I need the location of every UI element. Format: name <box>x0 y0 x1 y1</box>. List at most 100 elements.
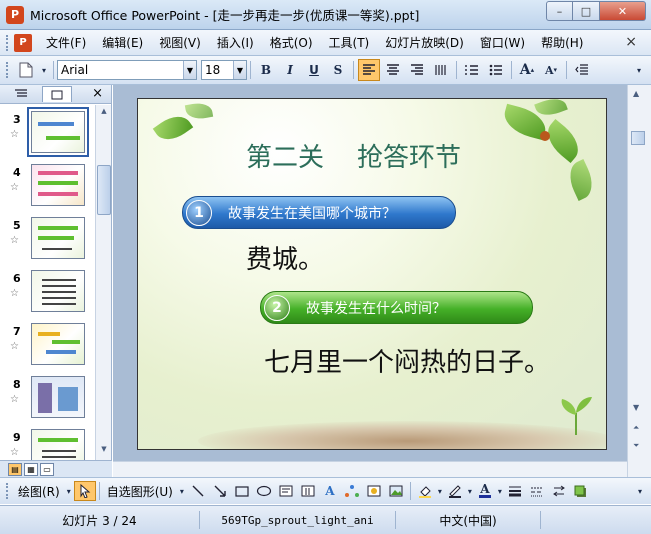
toolbar-grip[interactable] <box>6 62 10 78</box>
menu-help[interactable]: 帮助(H) <box>533 34 591 51</box>
scroll-down-arrow-icon[interactable]: ▼ <box>633 403 639 412</box>
panel-close-button[interactable]: × <box>92 86 103 101</box>
arrow-style-icon[interactable] <box>548 481 570 501</box>
slide-sorter-view-icon[interactable]: ▦ <box>24 462 38 476</box>
menu-edit[interactable]: 编辑(E) <box>94 34 151 51</box>
previous-slide-icon[interactable]: ⏶ <box>633 423 639 433</box>
slide-thumbnail-row[interactable]: 5 ☆ <box>0 215 96 267</box>
textbox-tool-icon[interactable] <box>275 481 297 501</box>
powerpoint-app-icon[interactable]: P <box>6 5 24 24</box>
chevron-down-icon[interactable]: ▾ <box>496 481 504 501</box>
slide-thumbnail[interactable] <box>31 270 85 312</box>
increase-font-size-button[interactable]: A ▴ <box>516 59 538 81</box>
italic-button[interactable]: I <box>279 59 301 81</box>
distributed-align-button[interactable] <box>430 59 452 81</box>
decrease-font-size-button[interactable]: A ▾ <box>540 59 562 81</box>
bold-button[interactable]: B <box>255 59 277 81</box>
line-style-icon[interactable] <box>504 481 526 501</box>
scrollbar-thumb[interactable] <box>631 131 645 145</box>
underline-button[interactable]: U <box>303 59 325 81</box>
decrease-indent-button[interactable] <box>571 59 593 81</box>
chevron-down-icon[interactable]: ▾ <box>177 481 187 501</box>
minimize-button[interactable]: – <box>546 1 573 21</box>
menu-tools[interactable]: 工具(T) <box>321 34 378 51</box>
menu-window[interactable]: 窗口(W) <box>472 34 533 51</box>
answer-1-text[interactable]: 费城。 <box>246 239 324 276</box>
normal-view-icon[interactable]: ▤ <box>8 462 22 476</box>
scroll-up-arrow-icon[interactable]: ▲ <box>98 107 110 119</box>
toolbar-overflow-chevron-icon[interactable]: ▾ <box>635 481 645 501</box>
align-right-button[interactable] <box>406 59 428 81</box>
slide-thumbnail[interactable] <box>31 217 85 259</box>
slide-thumbnail-row[interactable]: 7 ☆ <box>0 321 96 373</box>
wordart-tool-icon[interactable]: A <box>319 481 341 501</box>
rectangle-tool-icon[interactable] <box>231 481 253 501</box>
diagram-tool-icon[interactable] <box>341 481 363 501</box>
menu-insert[interactable]: 插入(I) <box>209 34 262 51</box>
document-icon[interactable]: P <box>14 33 32 52</box>
select-objects-icon[interactable] <box>73 481 96 501</box>
toolbar-options-chevron-icon[interactable]: ▾ <box>39 59 49 81</box>
drawbar-grip[interactable] <box>6 483 10 499</box>
oval-tool-icon[interactable] <box>253 481 275 501</box>
slide-thumbnail-row[interactable]: 3 ☆ <box>0 107 96 161</box>
autoshapes-menu-button[interactable]: 自选图形(U) <box>103 483 177 500</box>
slide-thumbnail[interactable] <box>31 323 85 365</box>
question-2-banner[interactable]: 2 故事发生在什么时间？ <box>260 291 533 324</box>
draw-menu-button[interactable]: 绘图(R) <box>14 483 64 500</box>
slide-thumbnail[interactable] <box>27 107 89 157</box>
chevron-down-icon[interactable]: ▼ <box>233 61 246 79</box>
font-name-select[interactable]: Arial ▼ <box>57 60 197 80</box>
chevron-down-icon[interactable]: ▼ <box>183 61 196 79</box>
menu-file[interactable]: 文件(F) <box>38 34 94 51</box>
slide-thumbnail-row[interactable]: 9 ☆ <box>0 427 96 460</box>
scroll-down-arrow-icon[interactable]: ▼ <box>98 445 110 457</box>
slide-thumbnail-row[interactable]: 8 ☆ <box>0 374 96 426</box>
outline-tab-icon[interactable] <box>6 86 36 102</box>
scrollbar-thumb[interactable] <box>97 165 111 215</box>
menu-slideshow[interactable]: 幻灯片放映(D) <box>377 34 472 51</box>
numbering-button[interactable] <box>461 59 483 81</box>
slide-thumbnail-row[interactable]: 4 ☆ <box>0 162 96 214</box>
font-color-icon[interactable]: A <box>474 481 496 501</box>
arrow-tool-icon[interactable] <box>209 481 231 501</box>
slides-tab-icon[interactable] <box>42 86 72 102</box>
shadow-button[interactable]: S <box>327 59 349 81</box>
slide-thumbnail[interactable] <box>31 429 85 460</box>
slide-thumbnail[interactable] <box>31 376 85 418</box>
vertical-textbox-tool-icon[interactable] <box>297 481 319 501</box>
chevron-down-icon[interactable]: ▾ <box>64 481 74 501</box>
align-left-button[interactable] <box>358 59 380 81</box>
next-slide-icon[interactable]: ⏷ <box>633 441 639 451</box>
slide-title[interactable]: 第二关 抢答环节 <box>246 137 461 174</box>
fill-color-icon[interactable] <box>414 481 436 501</box>
bullets-button[interactable] <box>485 59 507 81</box>
dash-style-icon[interactable] <box>526 481 548 501</box>
slideshow-view-icon[interactable]: ▭ <box>40 462 54 476</box>
new-document-icon[interactable] <box>15 59 37 81</box>
menu-view[interactable]: 视图(V) <box>151 34 209 51</box>
scroll-up-arrow-icon[interactable]: ▲ <box>633 89 639 98</box>
line-tool-icon[interactable] <box>187 481 209 501</box>
editor-vertical-scrollbar[interactable]: ▲ ▼ ⏶ ⏷ <box>627 85 651 477</box>
menubar-grip[interactable] <box>6 34 10 51</box>
chevron-down-icon[interactable]: ▾ <box>436 481 444 501</box>
document-close-button[interactable]: × <box>625 34 637 50</box>
insert-picture-icon[interactable] <box>385 481 407 501</box>
close-button[interactable]: ✕ <box>600 1 646 21</box>
toolbar-overflow-chevron-icon[interactable]: ▾ <box>634 59 644 81</box>
question-1-banner[interactable]: 1 故事发生在美国哪个城市？ <box>182 196 456 229</box>
answer-2-text[interactable]: 七月里一个闷热的日子。 <box>264 342 550 379</box>
shadow-style-icon[interactable] <box>570 481 592 501</box>
font-size-select[interactable]: 18 ▼ <box>201 60 247 80</box>
chevron-down-icon[interactable]: ▾ <box>466 481 474 501</box>
slides-panel-scrollbar[interactable]: ▲ ▼ <box>95 105 111 460</box>
line-color-icon[interactable] <box>444 481 466 501</box>
slide-canvas[interactable]: 第二关 抢答环节 1 故事发生在美国哪个城市？ 费城。 2 故事发生在什么时间？… <box>137 98 607 450</box>
align-center-button[interactable] <box>382 59 404 81</box>
slide-thumbnail[interactable] <box>31 164 85 206</box>
menu-format[interactable]: 格式(O) <box>262 34 321 51</box>
restore-button[interactable]: □ <box>573 1 600 21</box>
editor-horizontal-scrollbar[interactable] <box>113 461 635 477</box>
clipart-tool-icon[interactable] <box>363 481 385 501</box>
